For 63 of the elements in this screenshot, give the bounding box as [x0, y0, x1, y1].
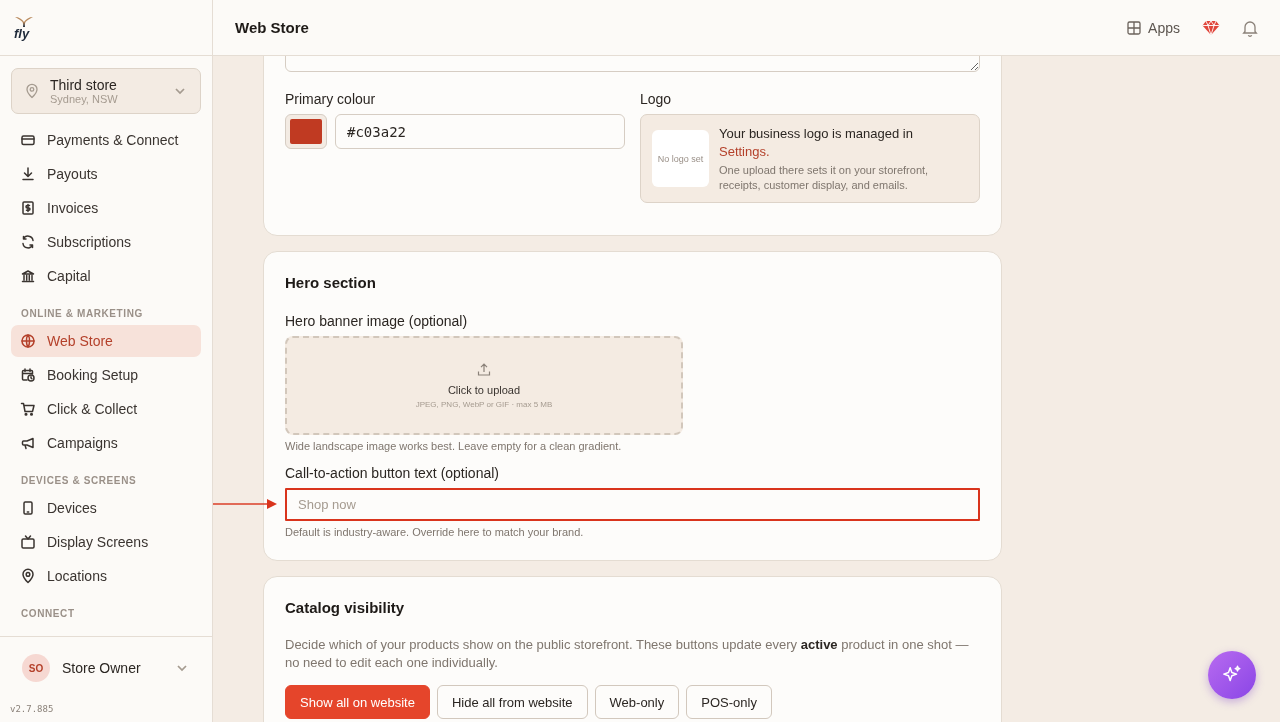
nav-item[interactable]: Payouts — [11, 158, 201, 190]
store-name: Third store — [50, 77, 118, 93]
globe-icon — [20, 333, 36, 349]
field-label: Call-to-action button text (optional) — [285, 465, 500, 481]
nav-item[interactable]: Subscriptions — [11, 226, 201, 258]
colour-swatch[interactable] — [285, 114, 327, 149]
nav-item[interactable]: Capital — [11, 260, 201, 292]
card-title: Hero section — [285, 274, 377, 291]
field-label: Primary colour — [285, 91, 377, 107]
user-name: Store Owner — [62, 660, 142, 676]
card-title: Catalog visibility — [285, 599, 406, 616]
help-text: Wide landscape image works best. Leave empty for a clean gradient. — [285, 440, 623, 452]
megaphone-icon — [20, 435, 36, 451]
logo-message: Your business logo is managed in Settings. — [719, 124, 914, 161]
location-pin-icon — [24, 83, 40, 99]
logo-wordmark: fly — [14, 27, 30, 40]
bank-icon — [20, 268, 36, 284]
notification-bell-icon[interactable] — [1242, 18, 1258, 37]
user-avatar: SO — [22, 654, 50, 682]
field-label: Hero banner image (optional) — [285, 313, 469, 329]
nav-item[interactable]: Click & Collect — [11, 393, 201, 425]
field-label: Logo — [640, 91, 673, 107]
calendar-clock-icon — [20, 367, 36, 383]
help-text: Default is industry-aware. Override here to match your brand. — [285, 526, 585, 538]
grid-icon — [1126, 19, 1143, 36]
apps-button[interactable]: Apps — [1126, 19, 1180, 36]
gem-icon[interactable] — [1202, 19, 1220, 36]
nav-item[interactable]: Devices — [11, 492, 201, 524]
cart-icon — [20, 401, 36, 417]
nav-item[interactable]: Booking Setup — [11, 359, 201, 391]
nav-item[interactable]: Web Store — [11, 325, 201, 357]
primary-button[interactable]: Show all on website — [285, 685, 430, 719]
page-title: Web Store — [235, 19, 310, 36]
tv-icon — [20, 534, 36, 550]
secondary-button[interactable]: POS-only — [686, 685, 772, 719]
nav-item[interactable]: Invoices — [11, 192, 201, 224]
nav-item[interactable]: Payments & Connect — [11, 124, 201, 156]
card-icon — [20, 132, 36, 148]
phone-icon — [20, 500, 36, 516]
nav-item[interactable]: Campaigns — [11, 427, 201, 459]
download-icon — [20, 166, 36, 182]
invoice-icon — [20, 200, 36, 216]
store-location: Sydney, NSW — [50, 93, 119, 105]
section-heading: CONNECT — [20, 607, 76, 621]
secondary-button[interactable]: Web-only — [594, 685, 680, 719]
logo-preview-tile: No logo set — [652, 130, 709, 187]
store-selector[interactable]: Third store Sydney, NSW — [11, 68, 201, 114]
nav-item[interactable]: Display Screens — [11, 526, 201, 558]
secondary-button[interactable]: Hide all from website — [436, 685, 588, 719]
description-text: Decide which of your products show on the public storefront. These buttons update every active product in one shot — no need to edit each one individually. — [285, 636, 970, 672]
cta-text-field[interactable]: Shop now — [285, 488, 980, 521]
refresh-icon — [20, 234, 36, 250]
logo-note: One upload there sets it on your storefront, receipts, customer display, and emails. — [719, 162, 930, 193]
version-label: v2.7.885 — [10, 704, 54, 714]
upload-icon — [476, 362, 492, 378]
section-heading: DEVICES & SCREENS — [20, 474, 138, 488]
settings-link[interactable]: Settings. — [719, 143, 770, 159]
nav-item[interactable]: Locations — [11, 560, 201, 592]
location-pin-icon — [20, 568, 36, 584]
bird-logo-icon — [14, 15, 34, 28]
section-heading: ONLINE & MARKETING — [20, 307, 144, 321]
colour-input[interactable]: #c03a22 — [335, 114, 625, 149]
assistant-button[interactable] — [1208, 651, 1256, 699]
